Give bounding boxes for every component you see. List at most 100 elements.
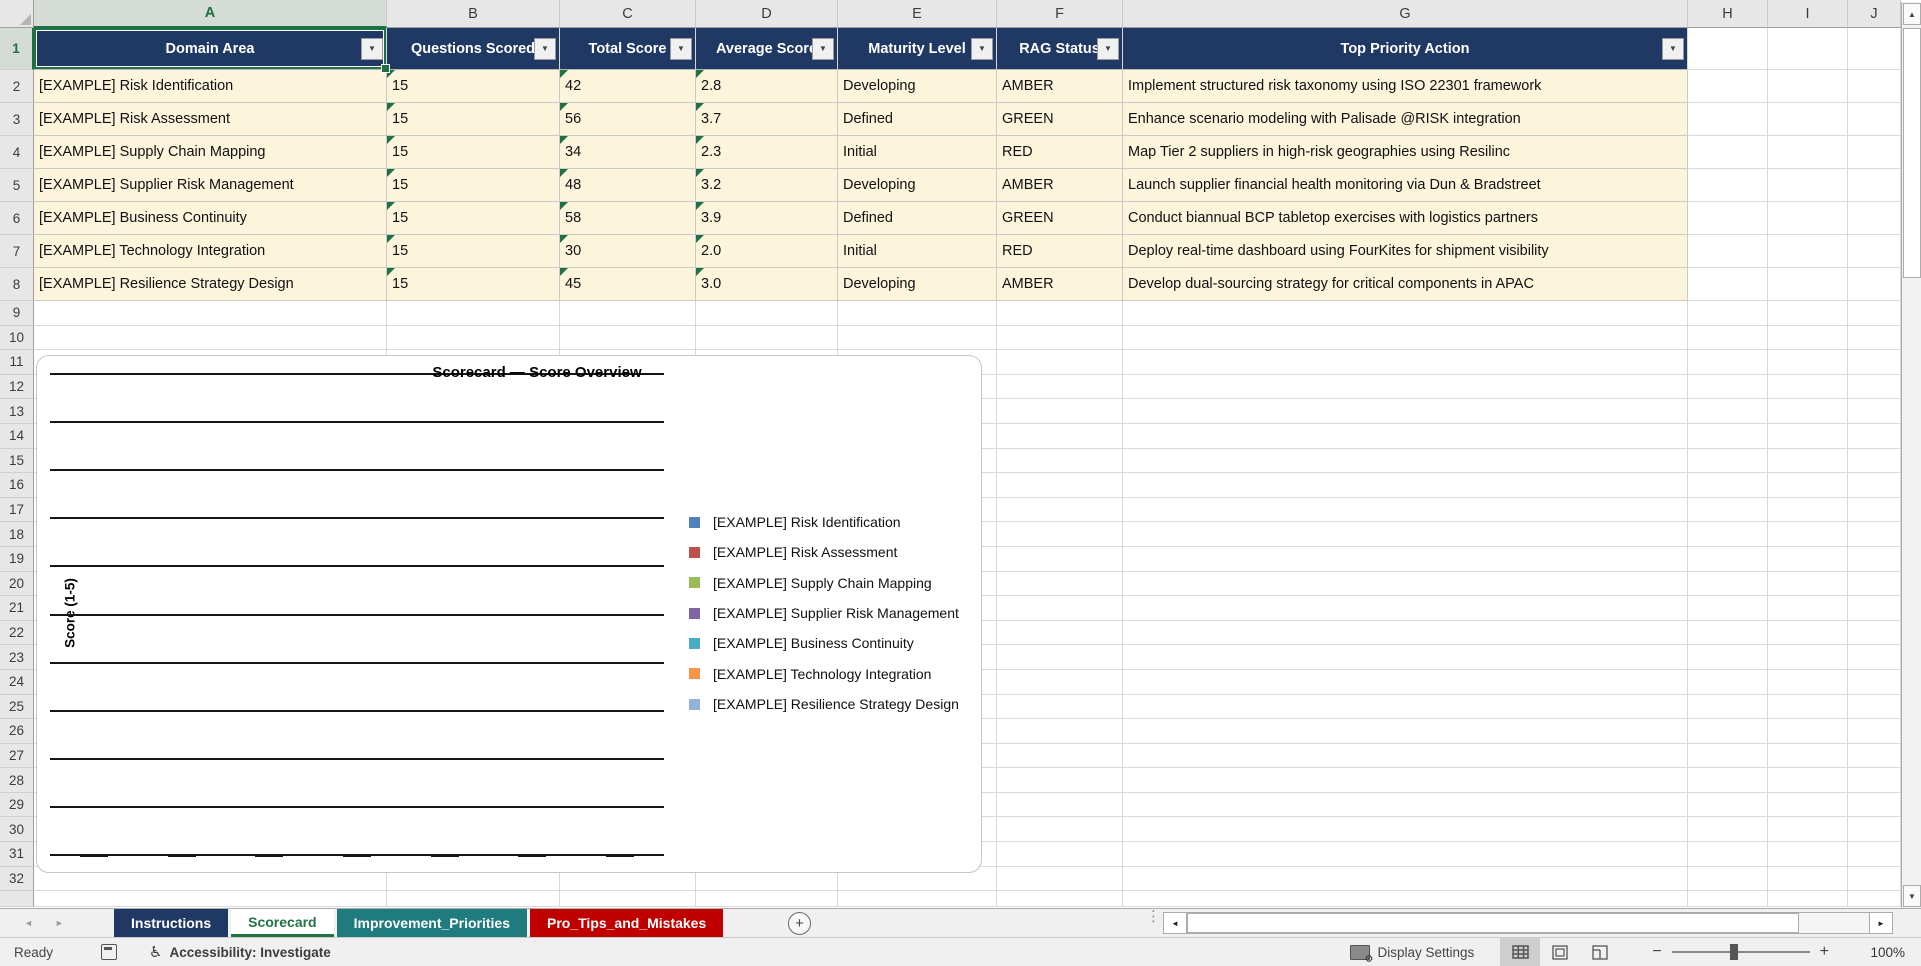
cell-H28[interactable] (1688, 768, 1768, 793)
cell-C3[interactable]: 56 (560, 103, 696, 136)
cell-B7[interactable]: 15 (387, 235, 560, 268)
cell-H16[interactable] (1688, 473, 1768, 498)
cell-H32[interactable] (1688, 866, 1768, 892)
cell-J4[interactable] (1848, 136, 1901, 169)
cell-H12[interactable] (1688, 374, 1768, 400)
cell-C4[interactable]: 34 (560, 136, 696, 169)
row-header-26[interactable]: 26 (0, 719, 34, 744)
cell-A8[interactable]: [EXAMPLE] Resilience Strategy Design (34, 268, 387, 301)
fill-handle[interactable] (381, 64, 390, 73)
cell-H10[interactable] (1688, 325, 1768, 351)
legend-item[interactable]: [EXAMPLE] Supply Chain Mapping (689, 573, 932, 593)
filter-dropdown-button[interactable]: ▼ (971, 37, 993, 60)
cell-J6[interactable] (1848, 202, 1901, 235)
cell-I25[interactable] (1768, 694, 1848, 720)
cell-I21[interactable] (1768, 596, 1848, 621)
cell-I24[interactable] (1768, 669, 1848, 695)
cell-F17[interactable] (997, 497, 1123, 523)
cell-D6[interactable]: 3.9 (696, 202, 838, 235)
scroll-down-button[interactable]: ▼ (1903, 885, 1921, 907)
row-header-11[interactable]: 11 (0, 350, 34, 375)
new-sheet-button[interactable]: + (788, 912, 811, 935)
vertical-scrollbar-thumb[interactable] (1903, 28, 1921, 278)
cell-partial[interactable] (838, 891, 997, 908)
cell-G22[interactable] (1123, 620, 1688, 646)
column-header-A[interactable]: A (34, 0, 387, 28)
cell-I7[interactable] (1768, 235, 1848, 268)
cell-J27[interactable] (1848, 743, 1901, 769)
column-header-C[interactable]: C (560, 0, 696, 28)
column-header-D[interactable]: D (696, 0, 838, 28)
cell-E9[interactable] (838, 301, 997, 326)
cell-partial[interactable] (1123, 891, 1688, 908)
cell-E3[interactable]: Defined (838, 103, 997, 136)
zoom-slider-thumb[interactable] (1729, 944, 1738, 960)
cell-H4[interactable] (1688, 136, 1768, 169)
zoom-out-button[interactable]: − (1642, 943, 1671, 961)
cell-G29[interactable] (1123, 792, 1688, 818)
column-header-F[interactable]: F (997, 0, 1123, 28)
macro-record-icon[interactable] (101, 944, 118, 960)
cell-C2[interactable]: 42 (560, 70, 696, 103)
cell-B2[interactable]: 15 (387, 70, 560, 103)
cell-F32[interactable] (997, 866, 1123, 892)
cell-B6[interactable]: 15 (387, 202, 560, 235)
cell-partial[interactable] (696, 891, 838, 908)
header-cell-E1[interactable]: Maturity Level ▼ (838, 28, 997, 70)
cell-D7[interactable]: 2.0 (696, 235, 838, 268)
legend-item[interactable]: [EXAMPLE] Business Continuity (689, 633, 914, 653)
cell-F8[interactable]: AMBER (997, 268, 1123, 301)
legend-item[interactable]: [EXAMPLE] Supplier Risk Management (689, 603, 959, 623)
cell-D9[interactable] (696, 301, 838, 326)
row-header-13[interactable]: 13 (0, 399, 34, 424)
cell-J24[interactable] (1848, 669, 1901, 695)
row-header-3[interactable]: 3 (0, 103, 34, 136)
row-header-32[interactable]: 32 (0, 866, 34, 892)
cell-A2[interactable]: [EXAMPLE] Risk Identification (34, 70, 387, 103)
cell-A10[interactable] (34, 325, 387, 351)
cell-G14[interactable] (1123, 423, 1688, 449)
filter-dropdown-button[interactable]: ▼ (1097, 37, 1119, 60)
cell-I1[interactable] (1768, 28, 1848, 70)
column-header-G[interactable]: G (1123, 0, 1688, 28)
cell-I19[interactable] (1768, 546, 1848, 572)
cell-J3[interactable] (1848, 103, 1901, 136)
cell-F15[interactable] (997, 448, 1123, 474)
cell-J11[interactable] (1848, 350, 1901, 375)
legend-item[interactable]: [EXAMPLE] Risk Identification (689, 512, 901, 532)
cell-C9[interactable] (560, 301, 696, 326)
cell-J23[interactable] (1848, 645, 1901, 670)
cell-I30[interactable] (1768, 817, 1848, 843)
cell-J9[interactable] (1848, 301, 1901, 326)
cell-G18[interactable] (1123, 522, 1688, 547)
cell-B8[interactable]: 15 (387, 268, 560, 301)
header-cell-C1[interactable]: Total Score ▼ (560, 28, 696, 70)
cell-G13[interactable] (1123, 399, 1688, 424)
cell-I28[interactable] (1768, 768, 1848, 793)
cell-F28[interactable] (997, 768, 1123, 793)
cell-G21[interactable] (1123, 596, 1688, 621)
filter-dropdown-button[interactable]: ▼ (361, 37, 383, 60)
row-header-14[interactable]: 14 (0, 423, 34, 449)
cell-E8[interactable]: Developing (838, 268, 997, 301)
cell-F22[interactable] (997, 620, 1123, 646)
cell-H14[interactable] (1688, 423, 1768, 449)
cell-I23[interactable] (1768, 645, 1848, 670)
cell-F11[interactable] (997, 350, 1123, 375)
cell-J26[interactable] (1848, 719, 1901, 744)
select-all-corner[interactable] (0, 0, 34, 28)
cell-G7[interactable]: Deploy real-time dashboard using FourKit… (1123, 235, 1688, 268)
cell-I13[interactable] (1768, 399, 1848, 424)
row-header-29[interactable]: 29 (0, 792, 34, 818)
accessibility-status[interactable]: ♿ Accessibility: Investigate (149, 943, 331, 961)
row-header-2[interactable]: 2 (0, 70, 34, 103)
horizontal-scrollbar[interactable]: ◄ ► (1163, 912, 1893, 934)
cell-I31[interactable] (1768, 842, 1848, 867)
cell-E6[interactable]: Defined (838, 202, 997, 235)
cell-J25[interactable] (1848, 694, 1901, 720)
cell-J10[interactable] (1848, 325, 1901, 351)
cell-I17[interactable] (1768, 497, 1848, 523)
page-layout-view-button[interactable] (1540, 938, 1580, 966)
cell-J15[interactable] (1848, 448, 1901, 474)
cell-F5[interactable]: AMBER (997, 169, 1123, 202)
